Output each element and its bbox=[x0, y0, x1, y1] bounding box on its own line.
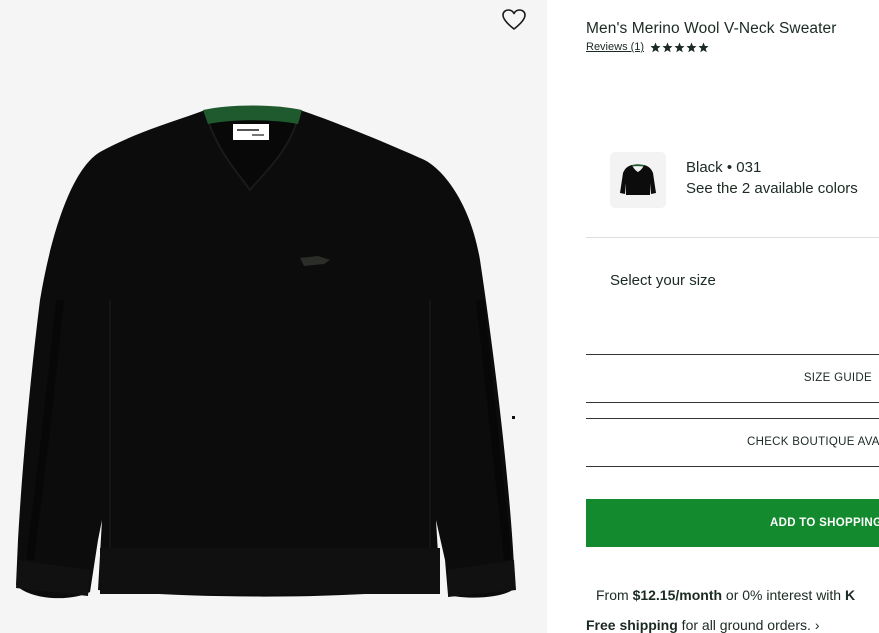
reviews-row: Reviews (1) bbox=[586, 41, 709, 53]
available-colors-link[interactable]: See the 2 available colors bbox=[686, 180, 858, 197]
free-shipping-label: Free shipping bbox=[586, 617, 678, 633]
shipping-info[interactable]: Free shipping for all ground orders. › bbox=[586, 617, 820, 633]
check-boutique-availability-button[interactable]: CHECK BOUTIQUE AVA bbox=[747, 436, 879, 448]
product-image[interactable] bbox=[0, 0, 547, 633]
star-icon bbox=[686, 42, 697, 52]
chevron-right-icon: › bbox=[814, 617, 820, 633]
sweater-thumbnail-icon bbox=[620, 164, 656, 195]
color-info: Black • 031 See the 2 available colors bbox=[686, 159, 858, 197]
reviews-link[interactable]: Reviews (1) bbox=[586, 41, 644, 53]
divider bbox=[586, 237, 879, 238]
selected-color-label: Black • 031 bbox=[686, 159, 762, 176]
star-icon bbox=[674, 42, 685, 52]
shipping-detail: for all ground orders. bbox=[677, 617, 811, 633]
product-image-panel bbox=[0, 0, 547, 633]
gallery-dot[interactable] bbox=[512, 416, 515, 419]
divider bbox=[586, 402, 879, 403]
size-guide-link[interactable]: SIZE GUIDE bbox=[586, 372, 879, 384]
financing-provider[interactable]: K bbox=[845, 587, 855, 603]
wishlist-heart-icon[interactable] bbox=[501, 8, 527, 32]
add-to-shopping-bag-button[interactable]: ADD TO SHOPPING bbox=[586, 499, 879, 547]
financing-amount: $12.15/month bbox=[632, 587, 723, 603]
divider bbox=[586, 466, 879, 467]
color-selector[interactable]: Black • 031 See the 2 available colors bbox=[610, 152, 858, 208]
star-icon bbox=[662, 42, 673, 52]
product-info-panel: Men's Merino Wool V-Neck Sweater Reviews… bbox=[547, 0, 879, 633]
star-icon bbox=[698, 42, 709, 52]
financing-prefix: From bbox=[596, 587, 633, 603]
divider bbox=[586, 354, 879, 355]
financing-info: From $12.15/month or 0% interest with K bbox=[596, 587, 855, 603]
financing-suffix: or 0% interest with bbox=[722, 587, 845, 603]
divider bbox=[586, 418, 879, 419]
select-size-dropdown[interactable]: Select your size bbox=[610, 272, 716, 289]
color-swatch-thumbnail[interactable] bbox=[610, 152, 666, 208]
product-title: Men's Merino Wool V-Neck Sweater bbox=[586, 20, 837, 37]
star-icon bbox=[650, 42, 661, 52]
rating-stars bbox=[650, 42, 709, 53]
